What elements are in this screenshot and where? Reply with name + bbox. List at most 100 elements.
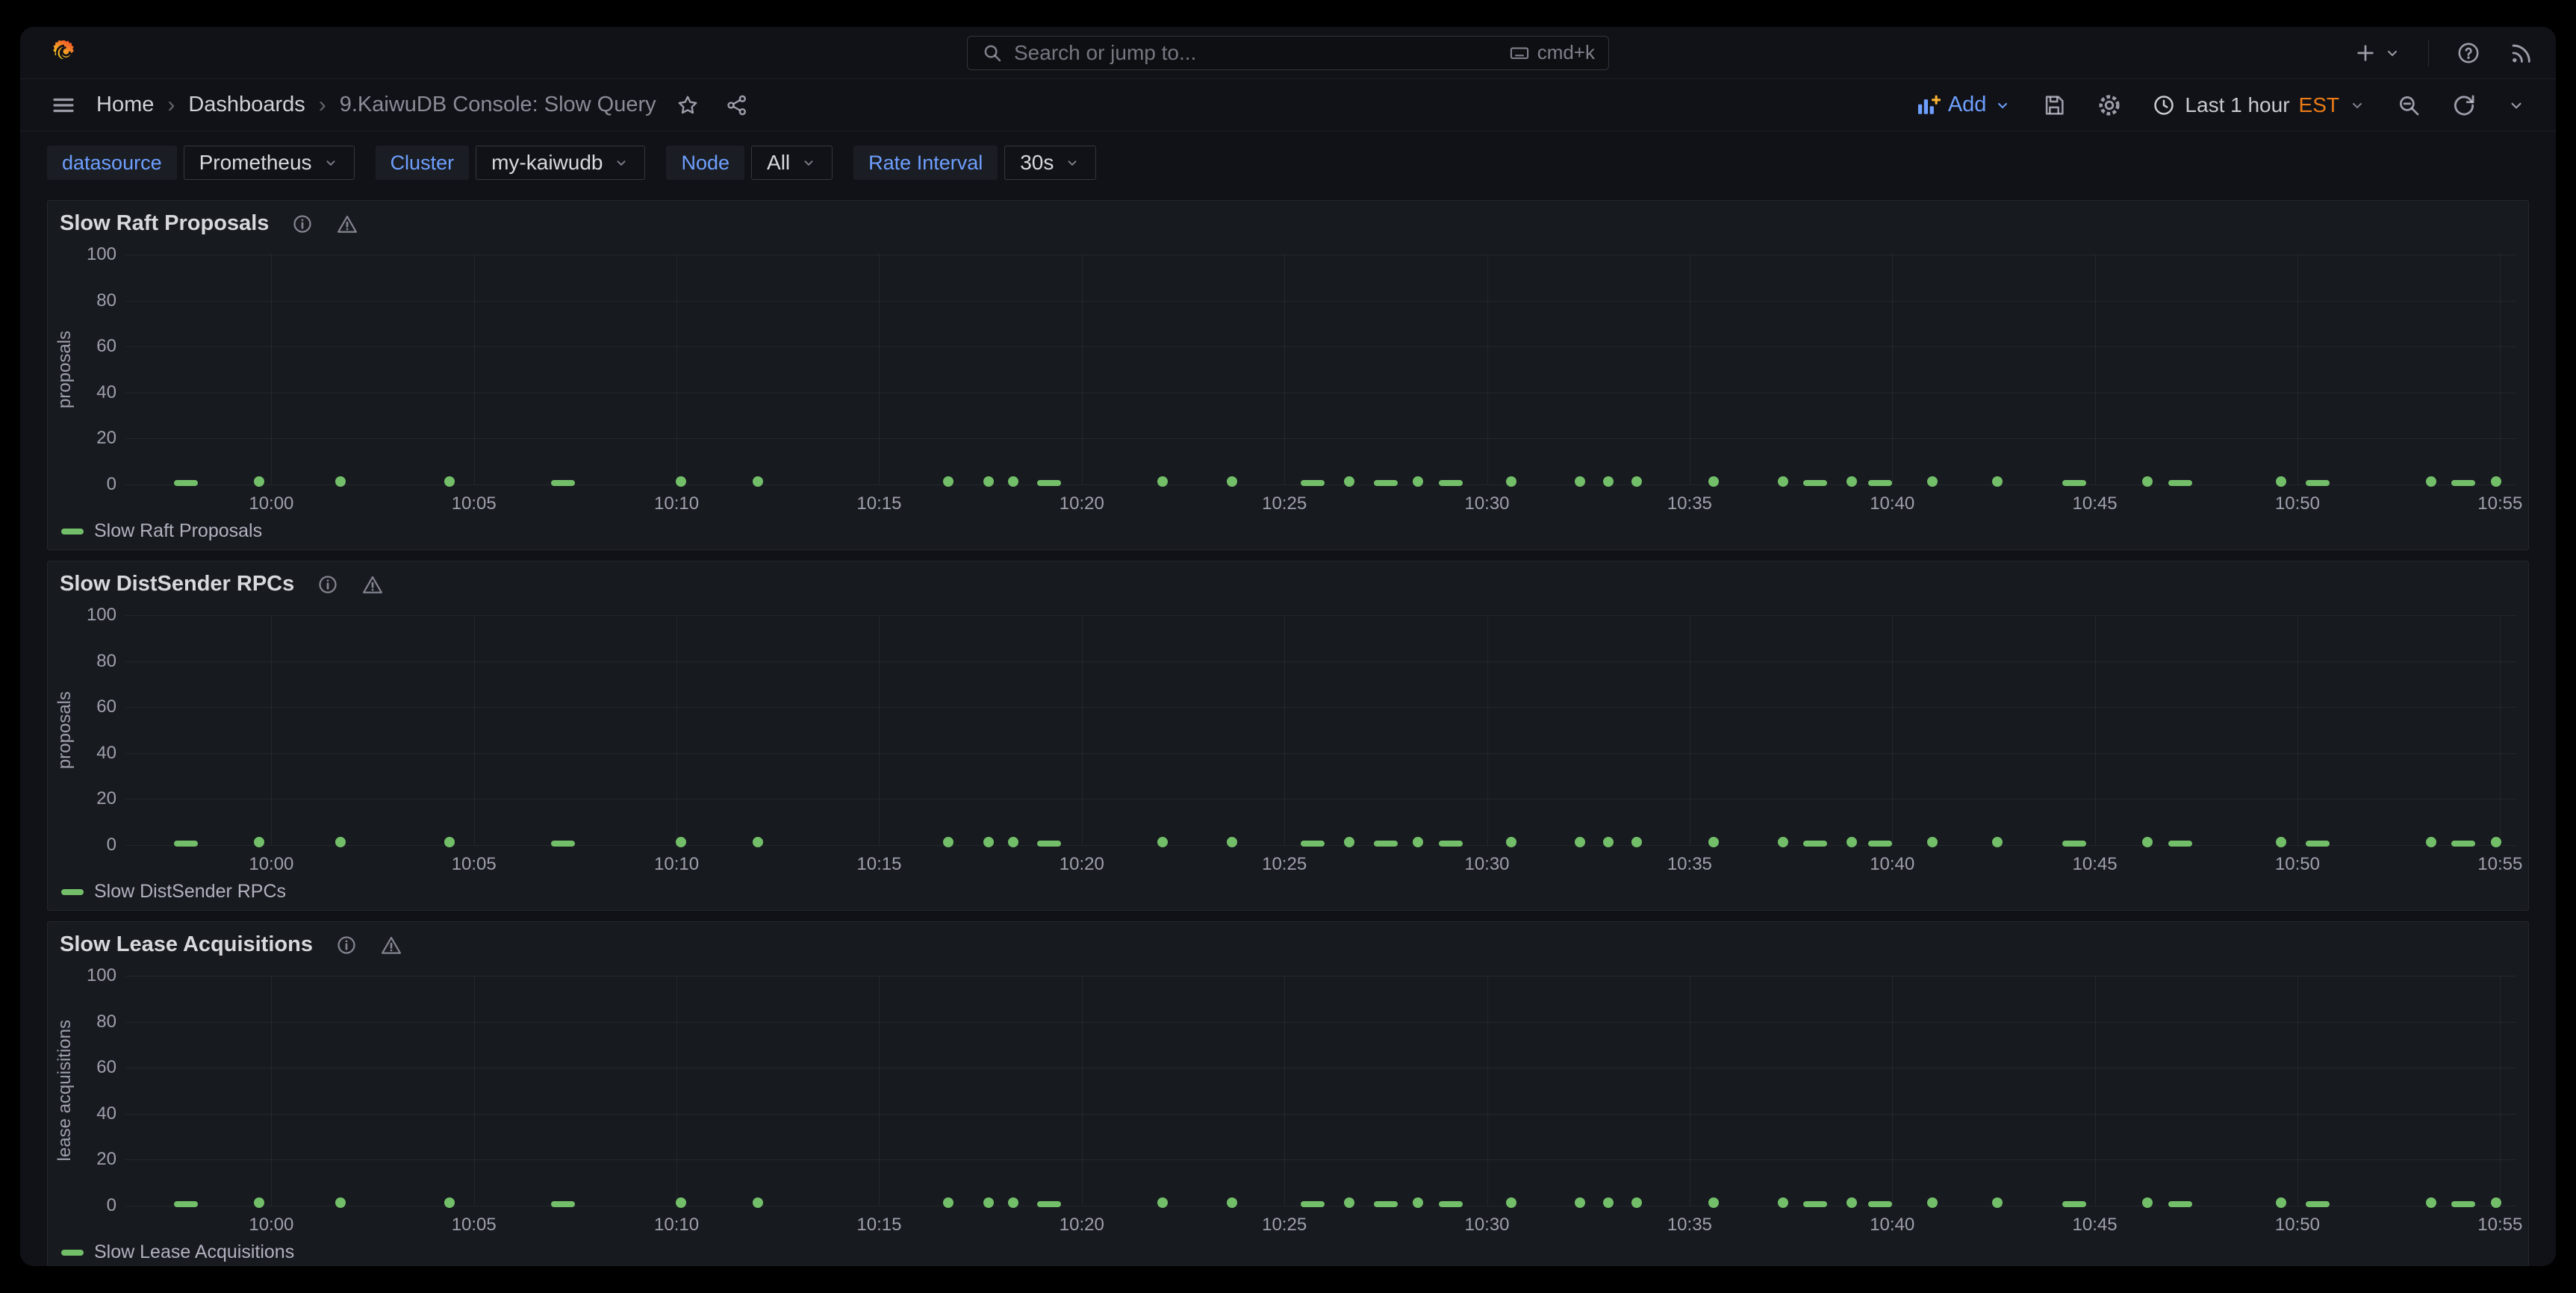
gridline-vertical (1892, 255, 1893, 485)
variable-label: Cluster (376, 146, 470, 180)
gridline-vertical (879, 255, 880, 485)
news-button[interactable] (2508, 40, 2533, 66)
y-tick-label: 20 (96, 788, 116, 809)
variable-value-dropdown[interactable]: my-kaiwudb (476, 146, 645, 180)
variable-value-dropdown[interactable]: Prometheus (184, 146, 355, 180)
plus-icon (2353, 41, 2377, 65)
data-point-dot (1992, 476, 2003, 487)
data-point-dot (753, 476, 763, 487)
y-tick-label: 40 (96, 1103, 116, 1124)
time-series-plot[interactable] (125, 255, 2516, 485)
add-panel-button[interactable]: Add (1915, 93, 2012, 118)
data-point-dot (1992, 837, 2003, 847)
data-point-dot (1847, 837, 1857, 847)
x-tick-label: 10:20 (1060, 854, 1104, 875)
dashboard-settings-button[interactable] (2097, 93, 2122, 118)
search-input[interactable] (1014, 41, 1509, 65)
new-dropdown-button[interactable] (2353, 41, 2401, 65)
x-tick-label: 10:05 (452, 1215, 497, 1236)
variable-value-dropdown[interactable]: 30s (1004, 146, 1096, 180)
favorite-button[interactable] (676, 93, 700, 117)
search-bar[interactable]: cmd+k (967, 36, 1609, 70)
y-tick-label: 20 (96, 428, 116, 449)
breadcrumb-separator-icon: › (319, 93, 326, 118)
data-point-dot (1708, 837, 1719, 847)
panel-title[interactable]: Slow DistSender RPCs (60, 572, 294, 596)
save-dashboard-button[interactable] (2041, 93, 2067, 118)
data-point-dot (444, 476, 455, 487)
mega-menu-button[interactable] (50, 92, 77, 119)
panel-title[interactable]: Slow Raft Proposals (60, 211, 269, 236)
data-point-dot (2491, 476, 2501, 487)
gridline-vertical (879, 976, 880, 1206)
help-icon (2456, 40, 2481, 66)
data-point-dot (943, 476, 953, 487)
legend-item[interactable]: Slow Lease Acquisitions (61, 1241, 294, 1263)
x-tick-label: 10:00 (249, 1215, 293, 1236)
panel-alert-icon[interactable] (336, 213, 358, 235)
gridline-vertical (1487, 255, 1488, 485)
time-series-plot[interactable] (125, 976, 2516, 1206)
panel-info-icon[interactable] (317, 573, 339, 596)
breadcrumb-dashboards[interactable]: Dashboards (188, 93, 305, 117)
data-point-dot (2426, 476, 2436, 487)
time-series-panel: Slow Lease Acquisitions lease acquisitio… (47, 921, 2529, 1266)
panel-info-icon[interactable] (291, 213, 314, 235)
time-range-picker[interactable]: Last 1 hour EST (2152, 93, 2366, 117)
gridline-vertical (2500, 615, 2501, 845)
data-point-dot (1344, 837, 1354, 847)
variable-value: All (767, 151, 790, 175)
nav-right-actions: Add Last (1915, 93, 2526, 118)
data-point-dot (943, 837, 953, 847)
data-point-dash (1037, 1201, 1061, 1207)
panel-alert-icon[interactable] (361, 573, 384, 596)
y-tick-label: 80 (96, 651, 116, 672)
gridline-vertical (2095, 615, 2096, 845)
gridline-horizontal (125, 661, 2516, 662)
y-tick-label: 80 (96, 290, 116, 311)
gridline-vertical (1487, 615, 1488, 845)
panel-info-icon[interactable] (335, 934, 358, 956)
data-point-dash (174, 841, 198, 847)
x-tick-label: 10:20 (1060, 1215, 1104, 1236)
time-series-plot[interactable] (125, 615, 2516, 845)
x-tick-label: 10:00 (249, 493, 293, 514)
data-point-dot (983, 1197, 994, 1208)
y-axis-tick-labels: 020406080100 (63, 255, 116, 485)
data-point-dot (1575, 476, 1585, 487)
refresh-button[interactable] (2451, 93, 2477, 118)
panel-alert-icon[interactable] (380, 934, 402, 956)
data-point-dot (335, 837, 346, 847)
panel-title[interactable]: Slow Lease Acquisitions (60, 932, 313, 957)
panel-header: Slow DistSender RPCs (60, 572, 384, 596)
x-tick-label: 10:00 (249, 854, 293, 875)
gridline-horizontal (125, 799, 2516, 800)
grafana-window: cmd+k (20, 27, 2556, 1266)
data-point-dash (1301, 841, 1325, 847)
data-point-dot (1847, 1197, 1857, 1208)
variable-value: 30s (1020, 151, 1054, 175)
top-bar: cmd+k (20, 27, 2556, 79)
y-tick-label: 60 (96, 336, 116, 357)
refresh-interval-dropdown[interactable] (2507, 96, 2526, 115)
variable-value-dropdown[interactable]: All (751, 146, 833, 180)
bar-chart-plus-icon (1915, 93, 1941, 118)
grafana-logo-icon[interactable] (49, 37, 80, 69)
x-tick-label: 10:55 (2477, 493, 2522, 514)
time-range-label: Last 1 hour (2185, 93, 2289, 117)
gear-icon (2097, 93, 2122, 118)
data-point-dot (676, 837, 686, 847)
breadcrumb-home[interactable]: Home (96, 93, 154, 117)
data-point-dash (2306, 841, 2330, 847)
share-button[interactable] (725, 93, 749, 117)
gridline-vertical (1082, 976, 1083, 1206)
gridline-horizontal (125, 615, 2516, 616)
help-button[interactable] (2456, 40, 2481, 66)
x-tick-label: 10:35 (1667, 1215, 1712, 1236)
y-tick-label: 100 (87, 965, 116, 986)
zoom-out-time-button[interactable] (2396, 93, 2421, 118)
data-point-dash (2168, 480, 2192, 486)
legend-item[interactable]: Slow Raft Proposals (61, 520, 262, 542)
gridline-vertical (2095, 255, 2096, 485)
legend-item[interactable]: Slow DistSender RPCs (61, 881, 286, 903)
